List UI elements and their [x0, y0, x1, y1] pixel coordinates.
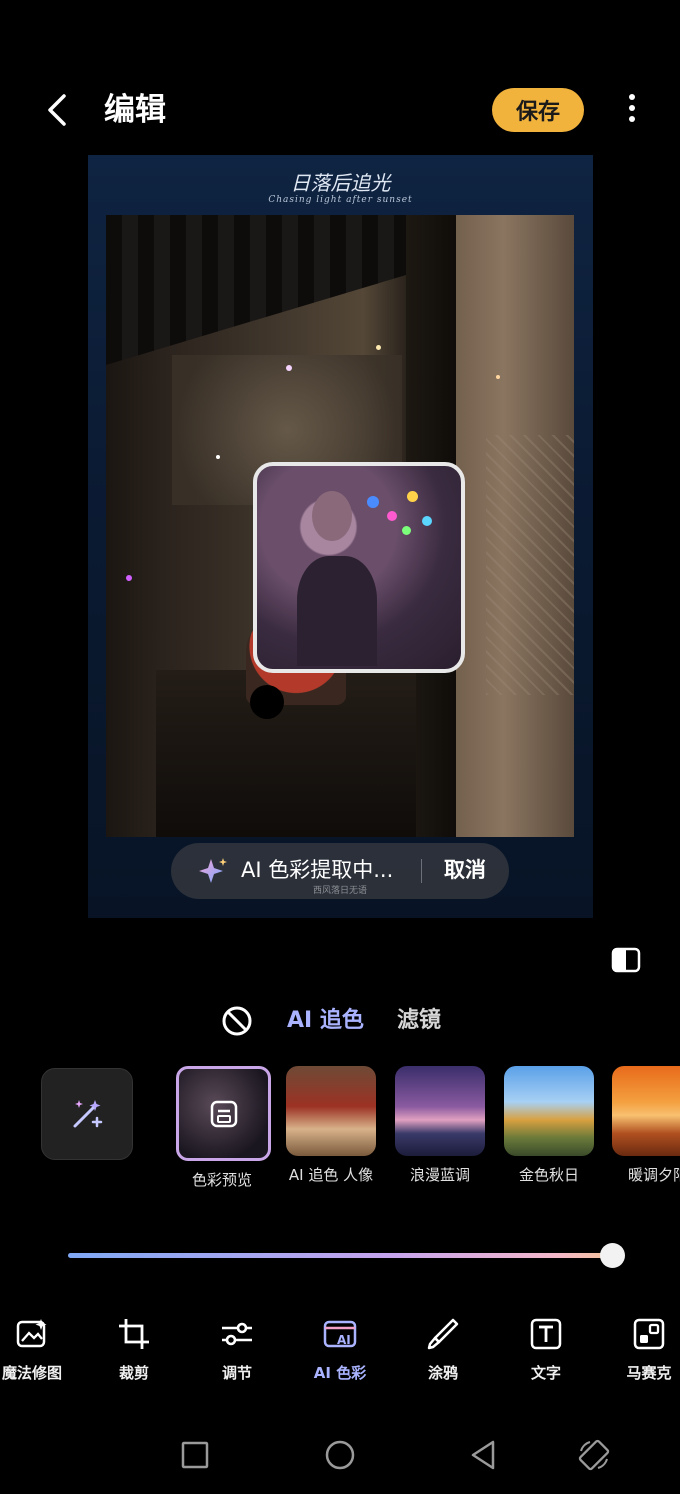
- preset-thumbnail: [612, 1066, 680, 1156]
- text-icon: [530, 1318, 562, 1350]
- divider: [421, 859, 422, 883]
- tool-label: 涂鸦: [427, 1364, 458, 1382]
- edited-photo[interactable]: [106, 215, 574, 837]
- magic-edit-icon: [16, 1319, 47, 1348]
- preset-label: 浪漫蓝调: [409, 1166, 470, 1184]
- preset-warm-sunset[interactable]: 暖调夕阳: [612, 1066, 680, 1185]
- compare-icon[interactable]: [610, 944, 642, 976]
- intensity-slider-thumb[interactable]: [599, 1243, 625, 1268]
- tool-label: 裁剪: [118, 1364, 149, 1382]
- tab-filter[interactable]: 滤镜: [397, 1004, 441, 1038]
- preset-romantic-blue[interactable]: 浪漫蓝调: [394, 1066, 486, 1185]
- tool-mosaic[interactable]: 马赛克: [597, 1316, 680, 1383]
- back-button[interactable]: [38, 88, 78, 132]
- tool-brush[interactable]: 涂鸦: [391, 1316, 495, 1383]
- recent-apps-icon[interactable]: [177, 1437, 213, 1473]
- preset-label: 金色秋日: [518, 1166, 579, 1184]
- preset-label: 暖调夕阳: [628, 1166, 680, 1184]
- no-effect-icon[interactable]: [220, 1004, 254, 1038]
- svg-text:AI: AI: [337, 1333, 351, 1347]
- tool-crop[interactable]: 裁剪: [82, 1316, 186, 1383]
- preset-golden-autumn[interactable]: 金色秋日: [503, 1066, 595, 1185]
- ai-color-icon: AI: [323, 1320, 357, 1348]
- tool-label: 马赛克: [626, 1364, 672, 1382]
- watermark-text: 西风落日无语: [312, 886, 367, 896]
- cancel-button[interactable]: 取消: [433, 855, 497, 885]
- tab-ai-color[interactable]: AI 追色: [287, 1004, 364, 1038]
- tool-label: 魔法修图: [1, 1364, 62, 1382]
- tool-adjust[interactable]: 调节: [185, 1316, 289, 1383]
- magic-wand-button[interactable]: [41, 1068, 133, 1160]
- frame-title: 日落后追光: [290, 171, 391, 195]
- frame-subtitle: Chasing light after sunset: [268, 195, 413, 205]
- home-icon[interactable]: [322, 1437, 358, 1473]
- save-preview-icon: [210, 1100, 238, 1128]
- preset-thumbnail: [395, 1066, 485, 1156]
- color-picker-dot[interactable]: [250, 685, 284, 719]
- tool-ai-color[interactable]: AI AI 色彩: [288, 1316, 392, 1383]
- preset-label: AI 追色 人像: [288, 1166, 374, 1184]
- preset-thumbnail: [286, 1066, 376, 1156]
- tool-label: 文字: [530, 1364, 561, 1382]
- preset-ai-portrait[interactable]: AI 追色 人像: [285, 1066, 377, 1185]
- more-options-icon[interactable]: [620, 90, 644, 130]
- tool-label: 调节: [221, 1364, 252, 1382]
- tool-label: AI 色彩: [313, 1364, 367, 1382]
- tool-text[interactable]: 文字: [494, 1316, 598, 1383]
- tool-magic-edit[interactable]: 魔法修图: [0, 1316, 84, 1383]
- rotate-screen-icon[interactable]: [576, 1437, 612, 1473]
- ai-status-pill: AI 色彩提取中... 取消 西风落日无语: [171, 843, 509, 899]
- page-title: 编辑: [104, 92, 166, 128]
- color-source-thumbnail[interactable]: [253, 462, 465, 673]
- preset-thumbnail: [176, 1066, 271, 1161]
- save-button[interactable]: 保存: [492, 88, 584, 132]
- magic-wand-icon: [73, 1100, 103, 1128]
- crop-icon: [119, 1319, 149, 1349]
- mosaic-icon: [633, 1318, 665, 1350]
- preset-color-preview[interactable]: 色彩预览: [176, 1066, 271, 1190]
- preset-label: 色彩预览: [191, 1171, 252, 1189]
- intensity-slider-track[interactable]: [68, 1253, 612, 1258]
- brush-icon: [427, 1318, 459, 1350]
- nav-back-icon[interactable]: [466, 1437, 502, 1473]
- preset-thumbnail: [504, 1066, 594, 1156]
- ai-status-text: AI 色彩提取中...: [241, 858, 394, 882]
- photo-preview-frame: 日落后追光 Chasing light after sunset AI 色彩提取…: [88, 155, 593, 918]
- back-arrow-icon: [48, 94, 66, 126]
- adjust-icon: [222, 1322, 252, 1346]
